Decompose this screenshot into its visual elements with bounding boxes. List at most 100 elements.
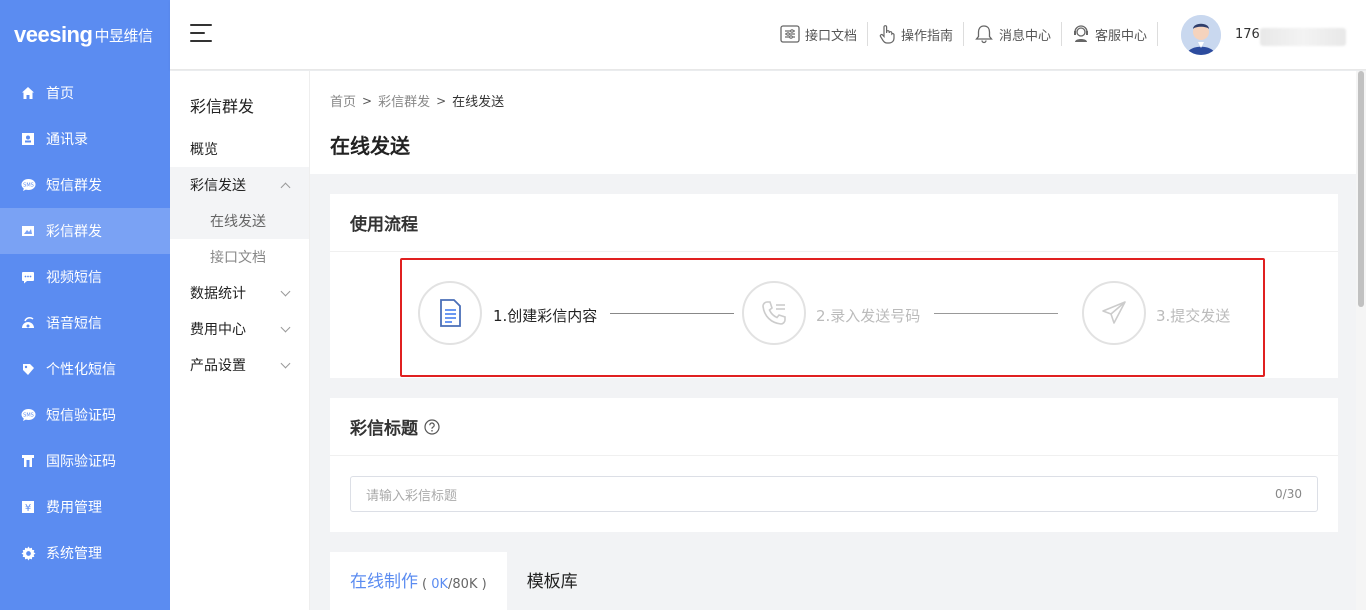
document-icon (440, 299, 461, 327)
subnav-product-label: 产品设置 (190, 358, 246, 374)
subnav-stats-label: 数据统计 (190, 286, 246, 302)
char-counter: 0/30 (1275, 487, 1302, 501)
size-indicator: ( 0K/80K ) (422, 577, 487, 592)
sidebar-item-billing[interactable]: ¥ 费用管理 (0, 484, 170, 530)
main-sidebar: veesing 中昱维信 首页 通讯录 SMS 短信群发 彩信群发 视频短信 语… (0, 0, 170, 610)
chevron-down-icon (280, 286, 291, 297)
sidebar-item-home[interactable]: 首页 (0, 70, 170, 116)
sub-sidebar: 彩信群发 概览 彩信发送 在线发送 接口文档 数据统计 费用中心 产品设置 (170, 71, 310, 610)
sidebar-item-voice-sms[interactable]: 语音短信 (0, 300, 170, 346)
step-connector-1 (610, 313, 734, 314)
menu-toggle-icon[interactable] (190, 24, 212, 44)
masked-phone (1260, 28, 1346, 46)
sms-icon: SMS (20, 177, 36, 193)
chevron-right-icon: > (436, 93, 447, 108)
support-center-link[interactable]: 客服中心 (1062, 22, 1158, 46)
mms-title-input[interactable]: 请输入彩信标题 0/30 (350, 476, 1318, 512)
sidebar-item-label: 国际验证码 (46, 454, 116, 470)
breadcrumb-mms[interactable]: 彩信群发 (378, 91, 430, 110)
sidebar-item-personalized-sms[interactable]: 个性化短信 (0, 346, 170, 392)
sidebar-item-label: 短信验证码 (46, 408, 116, 424)
bell-icon (975, 25, 993, 44)
message-center-link[interactable]: 消息中心 (964, 22, 1062, 46)
logo[interactable]: veesing 中昱维信 (0, 0, 170, 70)
mms-icon (20, 223, 36, 239)
logo-brand: veesing (14, 22, 93, 47)
size-used: 0K (431, 577, 449, 592)
step-2-circle[interactable] (742, 281, 806, 345)
sidebar-item-label: 首页 (46, 86, 74, 102)
contacts-icon (20, 131, 36, 147)
content-tabs: 在线制作 ( 0K/80K ) 模板库 (330, 552, 1338, 610)
tab-template-library[interactable]: 模板库 (507, 552, 598, 610)
sidebar-item-sms-code[interactable]: SMS 短信验证码 (0, 392, 170, 438)
flow-steps: 1.创建彩信内容 2.录入发送号码 3.提交发送 (400, 258, 1265, 377)
api-doc-icon (780, 25, 800, 43)
support-icon (1073, 25, 1088, 42)
sidebar-item-label: 个性化短信 (46, 362, 116, 378)
scrollbar-thumb[interactable] (1358, 71, 1364, 307)
breadcrumb: 首页 > 彩信群发 > 在线发送 (330, 91, 1336, 111)
breadcrumb-home[interactable]: 首页 (330, 91, 356, 110)
sidebar-item-intl-code[interactable]: 国际验证码 (0, 438, 170, 484)
phone-icon (762, 301, 786, 325)
size-total: /80K (448, 577, 478, 592)
tab-online-label: 在线制作 (350, 572, 418, 592)
chevron-up-icon (280, 182, 291, 193)
mms-title-placeholder: 请输入彩信标题 (366, 488, 458, 504)
home-icon (20, 85, 36, 101)
subnav-item-online-send[interactable]: 在线发送 (170, 203, 309, 239)
api-doc-link[interactable]: 接口文档 (770, 22, 868, 46)
svg-text:¥: ¥ (25, 503, 31, 514)
guide-label: 操作指南 (900, 28, 953, 44)
subnav-item-api-doc[interactable]: 接口文档 (170, 239, 309, 275)
avatar[interactable] (1181, 15, 1221, 55)
svg-text:SMS: SMS (23, 183, 34, 189)
sidebar-item-label: 短信群发 (46, 178, 102, 194)
subnav-item-overview[interactable]: 概览 (170, 131, 309, 167)
sidebar-item-sms[interactable]: SMS 短信群发 (0, 162, 170, 208)
subnav-item-stats[interactable]: 数据统计 (170, 275, 309, 311)
tab-online-create[interactable]: 在线制作 ( 0K/80K ) (330, 552, 507, 610)
sidebar-item-label: 语音短信 (46, 316, 102, 332)
breadcrumb-current: 在线发送 (452, 95, 505, 110)
mms-title-heading-label: 彩信标题 (350, 419, 418, 439)
step-connector-2 (934, 313, 1058, 314)
sidebar-item-video-sms[interactable]: 视频短信 (0, 254, 170, 300)
svg-text:SMS: SMS (23, 413, 34, 419)
sidebar-item-label: 视频短信 (46, 270, 102, 286)
subnav-item-send[interactable]: 彩信发送 (170, 167, 309, 203)
step-1-circle[interactable] (418, 281, 482, 345)
sidebar-item-label: 费用管理 (46, 500, 102, 516)
subnav-item-billing[interactable]: 费用中心 (170, 311, 309, 347)
sidebar-item-mms[interactable]: 彩信群发 (0, 208, 170, 254)
page-title: 在线发送 (330, 134, 410, 158)
step-3-circle[interactable] (1082, 281, 1146, 345)
hand-pointer-icon (879, 25, 895, 44)
header-links: 接口文档 操作指南 消息中心 客服中心 (770, 22, 1158, 46)
subnav-billing-label: 费用中心 (190, 322, 246, 338)
chevron-down-icon (280, 358, 291, 369)
step-1-label: 1.创建彩信内容 (493, 307, 598, 325)
message-center-label: 消息中心 (998, 28, 1051, 44)
intl-code-icon (20, 453, 36, 469)
mms-title-heading: 彩信标题 (330, 398, 1338, 456)
subnav-item-product[interactable]: 产品设置 (170, 347, 309, 383)
logo-cn: 中昱维信 (94, 27, 153, 45)
main-content: 首页 > 彩信群发 > 在线发送 在线发送 使用流程 1.创建彩信内容 2.录入… (310, 71, 1356, 610)
sidebar-item-label: 系统管理 (46, 546, 102, 562)
flow-heading: 使用流程 (330, 194, 1338, 252)
scrollbar[interactable] (1356, 71, 1366, 610)
help-circle-icon[interactable] (424, 418, 440, 435)
sidebar-item-contacts[interactable]: 通讯录 (0, 116, 170, 162)
top-header: 接口文档 操作指南 消息中心 客服中心 176 (170, 0, 1366, 70)
step-3-label: 3.提交发送 (1156, 307, 1231, 325)
api-doc-label: 接口文档 (804, 28, 857, 44)
guide-link[interactable]: 操作指南 (868, 22, 964, 46)
sidebar-item-label: 彩信群发 (46, 224, 102, 240)
sms-code-icon: SMS (20, 407, 36, 423)
gear-icon (20, 545, 36, 561)
sidebar-item-system[interactable]: 系统管理 (0, 530, 170, 576)
chevron-down-icon (280, 322, 291, 333)
user-phone[interactable]: 176 (1235, 27, 1260, 42)
